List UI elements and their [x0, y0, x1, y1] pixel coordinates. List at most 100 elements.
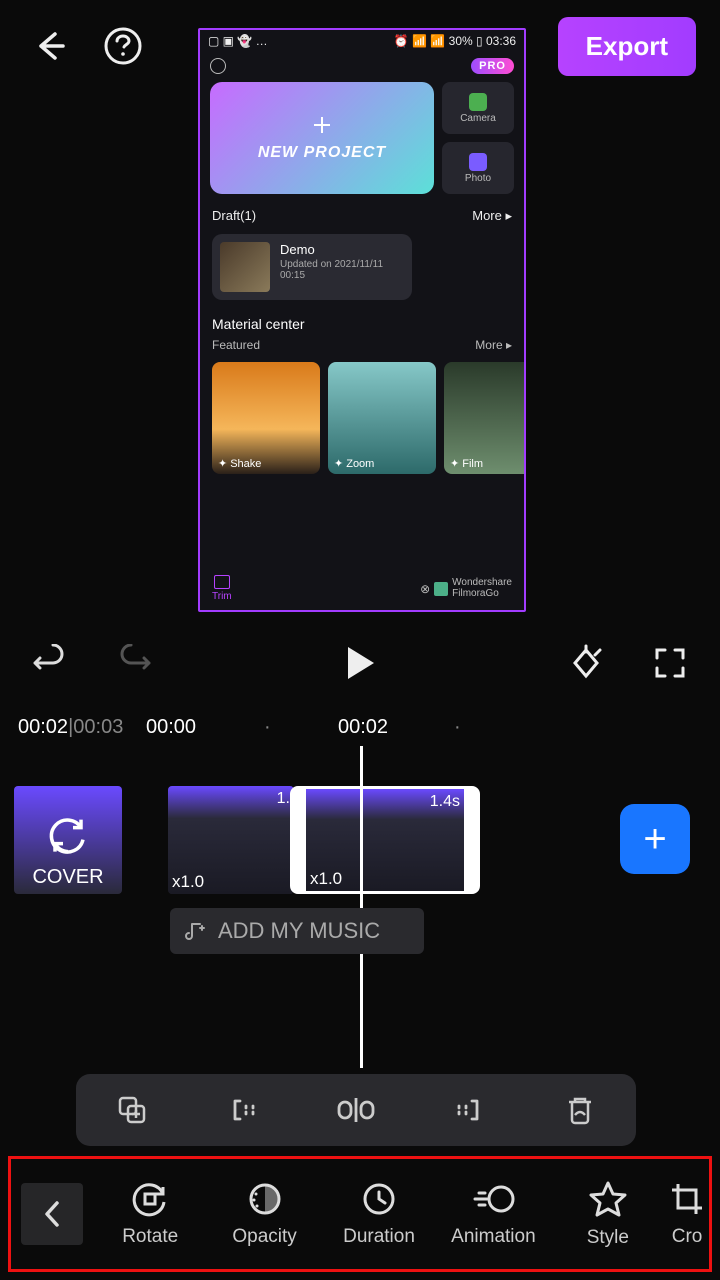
trim-right-icon — [450, 1092, 486, 1128]
plus-icon: + — [643, 817, 666, 862]
play-button[interactable] — [338, 641, 382, 685]
brand-name-2: FilmoraGo — [452, 589, 512, 600]
time-total: 00:03 — [73, 716, 123, 739]
arrow-left-icon — [29, 26, 69, 66]
undo-icon — [31, 644, 69, 682]
trim-tab[interactable]: Trim — [212, 575, 232, 602]
clip-2-selected[interactable]: 1.4s x1.0 — [290, 786, 480, 894]
featured-card-film[interactable]: ✦ Film — [444, 362, 526, 474]
clip-speed: x1.0 — [172, 872, 204, 892]
tool-duration[interactable]: Duration — [322, 1180, 436, 1248]
music-plus-icon — [184, 920, 206, 942]
back-button[interactable] — [24, 21, 74, 71]
playhead[interactable] — [360, 746, 363, 1068]
cover-label: COVER — [14, 866, 122, 889]
redo-icon — [115, 644, 153, 682]
copy-button[interactable] — [104, 1082, 160, 1138]
feat-label: ✦ Shake — [218, 457, 261, 470]
camera-label: Camera — [460, 113, 496, 124]
featured-card-zoom[interactable]: ✦ Zoom — [328, 362, 436, 474]
draft-thumbnail — [220, 242, 270, 292]
photo-icon — [469, 153, 487, 171]
trim-left-button[interactable] — [216, 1082, 272, 1138]
fullscreen-icon — [653, 646, 687, 680]
cover-clip[interactable]: COVER — [14, 786, 122, 894]
draft-updated: Updated on 2021/11/11 — [280, 259, 383, 270]
fullscreen-button[interactable] — [648, 641, 692, 685]
tool-label: Animation — [451, 1226, 536, 1248]
draft-card[interactable]: Demo Updated on 2021/11/11 00:15 — [212, 234, 412, 300]
tool-rotate[interactable]: Rotate — [93, 1180, 207, 1248]
app-logo-icon — [434, 582, 448, 596]
phone-status-bar: ▢ ▣ 👻 … ⏰ 📶 📶 30% ▯ 03:36 — [200, 30, 524, 52]
video-preview: ▢ ▣ 👻 … ⏰ 📶 📶 30% ▯ 03:36 PRO NEW PROJEC… — [198, 28, 526, 612]
photo-card[interactable]: Photo — [442, 142, 514, 194]
crop-icon — [668, 1180, 706, 1218]
split-icon — [336, 1092, 376, 1128]
tool-tray: Rotate Opacity Duration Animation Style … — [8, 1156, 712, 1272]
close-overlay-icon[interactable]: ⊗ — [420, 582, 430, 596]
feat-label: ✦ Zoom — [334, 457, 374, 470]
draft-header: Draft(1) — [212, 208, 256, 224]
edit-toolbar — [76, 1074, 636, 1146]
material-center-title: Material center — [200, 306, 524, 334]
delete-button[interactable] — [552, 1082, 608, 1138]
ruler-mark-0: 00:00 — [146, 716, 196, 739]
status-icons: ▢ ▣ 👻 … — [208, 34, 268, 48]
camera-card[interactable]: Camera — [442, 82, 514, 134]
time-current: 00:02 — [18, 716, 68, 739]
animation-icon — [471, 1180, 515, 1218]
playback-controls — [0, 628, 720, 698]
featured-label: Featured — [212, 338, 260, 352]
feat-label: ✦ Film — [450, 457, 483, 470]
ruler-mark-2: 00:02 — [338, 716, 388, 739]
copy-icon — [114, 1092, 150, 1128]
play-icon — [344, 645, 376, 681]
brand-name-1: Wondershare — [452, 578, 512, 589]
split-button[interactable] — [328, 1082, 384, 1138]
redo-button[interactable] — [112, 641, 156, 685]
add-music-button[interactable]: ADD MY MUSIC — [170, 908, 424, 954]
tool-label: Opacity — [232, 1226, 296, 1248]
tool-label: Duration — [343, 1226, 415, 1248]
draft-name: Demo — [280, 242, 383, 257]
status-right: ⏰ 📶 📶 30% ▯ 03:36 — [394, 34, 516, 48]
rotate-icon — [131, 1180, 169, 1218]
featured-more[interactable]: More ▸ — [475, 338, 512, 352]
time-ruler[interactable]: 00:02 | 00:03 00:00 · 00:02 · — [18, 712, 702, 742]
pro-badge[interactable]: PRO — [471, 58, 514, 74]
tool-animation[interactable]: Animation — [436, 1180, 550, 1248]
tool-opacity[interactable]: Opacity — [207, 1180, 321, 1248]
clip-duration: 1. — [277, 790, 290, 808]
draft-more[interactable]: More ▸ — [472, 208, 512, 224]
new-project-card[interactable]: NEW PROJECT — [210, 82, 434, 194]
help-button[interactable] — [98, 21, 148, 71]
refresh-icon — [46, 814, 90, 858]
profile-icon[interactable] — [210, 58, 226, 74]
keyframe-icon — [567, 644, 605, 682]
trash-icon — [563, 1093, 597, 1127]
opacity-icon — [246, 1180, 284, 1218]
featured-card-shake[interactable]: ✦ Shake — [212, 362, 320, 474]
export-button[interactable]: Export — [558, 17, 696, 76]
tool-style[interactable]: Style — [551, 1179, 665, 1249]
camera-icon — [469, 93, 487, 111]
new-project-label: NEW PROJECT — [258, 144, 386, 162]
star-icon — [588, 1179, 628, 1219]
plus-icon — [311, 114, 333, 136]
keyframe-button[interactable] — [564, 641, 608, 685]
undo-button[interactable] — [28, 641, 72, 685]
photo-label: Photo — [465, 173, 491, 184]
trim-left-icon — [226, 1092, 262, 1128]
trim-right-button[interactable] — [440, 1082, 496, 1138]
tool-label: Rotate — [122, 1226, 178, 1248]
chevron-left-icon — [41, 1199, 63, 1229]
top-bar-left — [24, 21, 148, 71]
tool-label: Style — [587, 1227, 629, 1249]
add-music-label: ADD MY MUSIC — [218, 918, 380, 944]
add-clip-button[interactable]: + — [620, 804, 690, 874]
clip-1[interactable]: 1. x1.0 — [168, 786, 294, 894]
tool-back-button[interactable] — [21, 1183, 83, 1245]
draft-duration: 00:15 — [280, 270, 383, 281]
tool-crop[interactable]: Cro — [665, 1180, 709, 1248]
